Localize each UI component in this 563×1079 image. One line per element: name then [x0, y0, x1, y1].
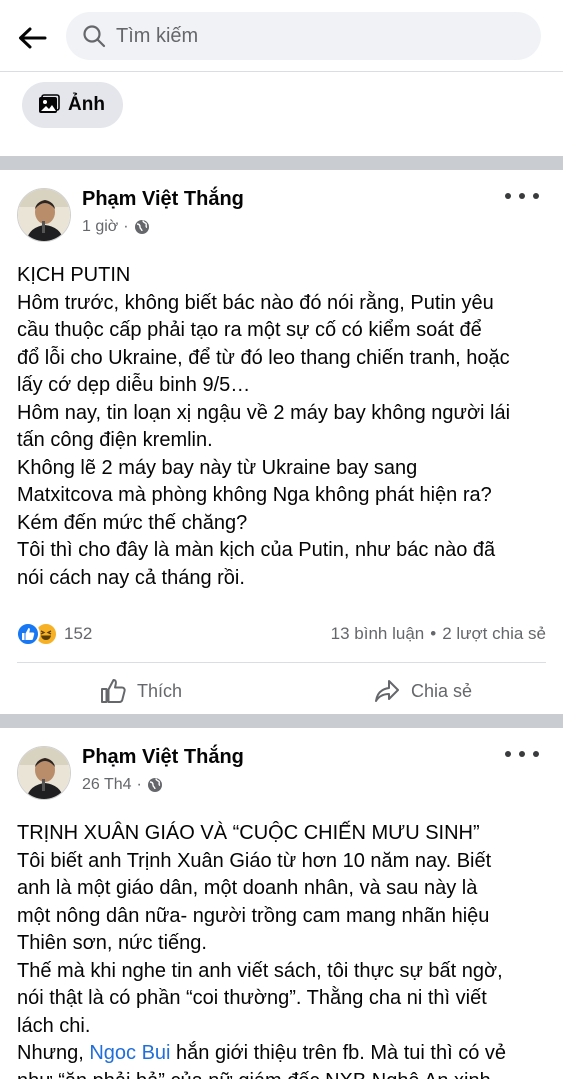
post-time[interactable]: 1 giờ — [82, 218, 118, 236]
post-meta: 1 giờ · — [82, 218, 150, 236]
post-line: Nhưng, Ngoc Bui hắn giới thiệu trên fb. … — [17, 1040, 546, 1068]
post-line: TRỊNH XUÂN GIÁO VÀ “CUỘC CHIẾN MƯU SINH” — [17, 822, 480, 844]
section-divider — [0, 156, 563, 170]
reactions-summary[interactable]: 152 — [16, 622, 92, 646]
share-count[interactable]: 2 lượt chia sẻ — [442, 624, 546, 644]
post-time[interactable]: 26 Th4 — [82, 776, 132, 794]
post-line: cầu thuộc cấp phải tạo ra một sự cố có k… — [17, 319, 482, 341]
post-line: lách chi. — [17, 1014, 91, 1037]
post-line: lấy cớ dẹp diễu binh 9/5… — [17, 374, 251, 396]
post-line: nói cách nay cả tháng rồi. — [17, 566, 245, 589]
post-stats: 152 13 bình luận • 2 lượt chia sẻ — [0, 610, 563, 662]
search-icon — [82, 24, 106, 48]
comment-count[interactable]: 13 bình luận — [331, 624, 425, 644]
post-header: Phạm Việt Thắng 26 Th4 · — [0, 728, 563, 800]
photo-filter-chip[interactable]: Ảnh — [22, 82, 123, 128]
search-box[interactable] — [66, 12, 541, 60]
post-line: Thiên sơn, nức tiếng. — [17, 932, 207, 954]
post-line: một nông dân nữa- người trồng cam mang n… — [17, 904, 490, 927]
post-line: Hôm trước, không biết bác nào đó nói rằn… — [17, 291, 494, 314]
photo-icon — [38, 94, 60, 116]
post-line: Thế mà khi nghe tin anh viết sách, tôi t… — [17, 959, 503, 982]
share-icon — [373, 677, 401, 705]
post-card: Phạm Việt Thắng 26 Th4 · TRỊNH XUÂN GIÁO… — [0, 728, 563, 1079]
post-author[interactable]: Phạm Việt Thắng — [82, 746, 244, 769]
post-line: nói thật là có phần “coi thường”. Thằng … — [17, 987, 487, 1009]
top-bar — [0, 0, 563, 72]
engagement-counts: 13 bình luận • 2 lượt chia sẻ — [331, 624, 546, 644]
more-options-button[interactable] — [505, 742, 539, 766]
stats-separator: • — [430, 624, 437, 643]
post-line: Matxitcova mà phòng không Nga không phát… — [17, 484, 492, 506]
like-reaction-icon — [16, 622, 40, 646]
filter-row: Ảnh — [0, 72, 563, 156]
post-line: tấn công điện kremlin. — [17, 429, 213, 451]
post-line: Không lẽ 2 máy bay này từ Ukraine bay sa… — [17, 456, 418, 479]
post-line: anh là một giáo dân, một doanh nhân, và … — [17, 877, 478, 899]
post-card: Phạm Việt Thắng 1 giờ · KỊCH PUTIN Hôm t… — [0, 170, 563, 716]
meta-separator: · — [136, 776, 142, 793]
post-author[interactable]: Phạm Việt Thắng — [82, 188, 244, 211]
post-line: KỊCH PUTIN — [17, 264, 131, 286]
post-line: Hôm nay, tin loạn xị ngậu về 2 máy bay k… — [17, 401, 511, 424]
post-line: Tôi thì cho đây là màn kịch của Putin, n… — [17, 539, 496, 561]
search-input[interactable] — [116, 24, 496, 48]
like-button[interactable]: Thích — [99, 677, 182, 705]
post-meta: 26 Th4 · — [82, 776, 163, 794]
avatar[interactable] — [17, 746, 71, 800]
meta-separator: · — [123, 218, 129, 235]
post-text: KỊCH PUTIN Hôm trước, không biết bác nào… — [0, 240, 563, 592]
post-header: Phạm Việt Thắng 1 giờ · — [0, 170, 563, 242]
back-button[interactable] — [14, 20, 50, 56]
mention-link[interactable]: Ngoc Bui — [89, 1042, 170, 1064]
more-options-button[interactable] — [505, 184, 539, 208]
globe-icon — [147, 777, 163, 793]
avatar[interactable] — [17, 188, 71, 242]
section-divider — [0, 714, 563, 728]
like-icon — [99, 677, 127, 705]
like-label: Thích — [137, 680, 183, 701]
share-button[interactable]: Chia sẻ — [373, 677, 472, 705]
post-line: đổ lỗi cho Ukraine, để từ đó leo thang c… — [17, 346, 510, 369]
back-arrow-icon — [19, 27, 47, 49]
post-line: như “ăn phải bả” của nữ giám đốc NXB Ngh… — [17, 1068, 546, 1079]
mention-prefix: Nhưng, — [17, 1042, 90, 1064]
post-line: Kém đến mức thế chăng? — [17, 511, 248, 534]
post-text: TRỊNH XUÂN GIÁO VÀ “CUỘC CHIẾN MƯU SINH”… — [0, 798, 563, 1079]
photo-filter-label: Ảnh — [68, 94, 105, 115]
share-label: Chia sẻ — [411, 680, 473, 701]
post-line: Tôi biết anh Trịnh Xuân Giáo từ hơn 10 n… — [17, 849, 492, 872]
mention-suffix: hắn giới thiệu trên fb. Mà tui thì có vẻ — [170, 1042, 507, 1064]
globe-icon — [134, 219, 150, 235]
reaction-count: 152 — [64, 624, 93, 643]
